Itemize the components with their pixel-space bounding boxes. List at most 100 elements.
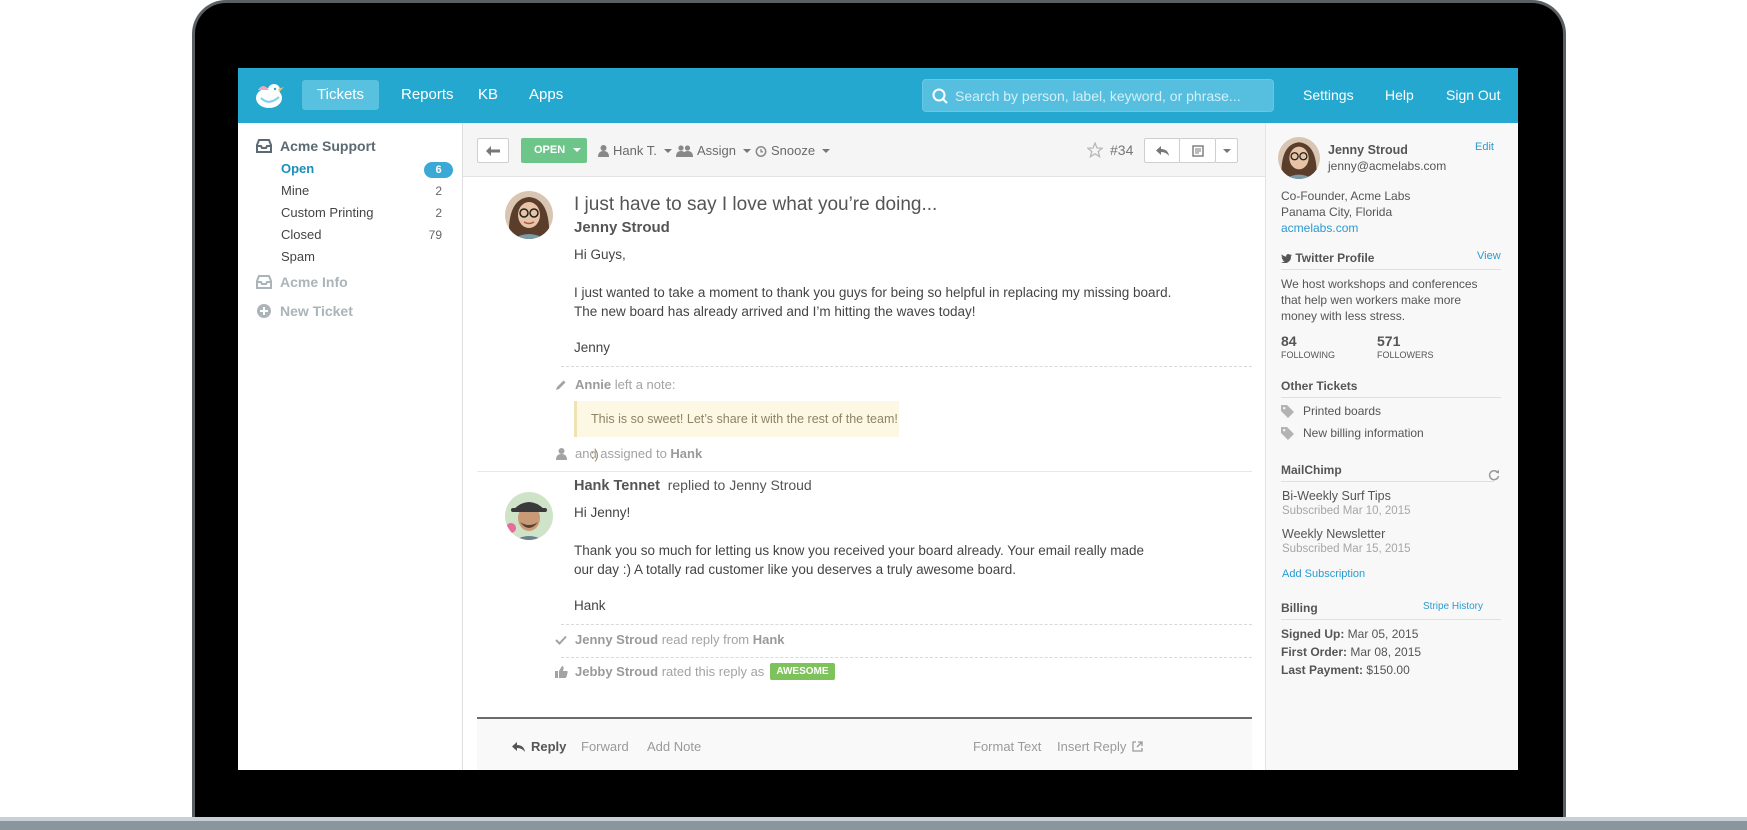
thumbs-up-icon <box>554 665 568 678</box>
message-line: Thank you so much for letting us know yo… <box>574 543 1145 558</box>
tab-tickets[interactable]: Tickets <box>302 80 379 110</box>
signed-up-value: Mar 05, 2015 <box>1347 627 1419 641</box>
folder-custom-printing[interactable]: Custom Printing 2 <box>281 202 456 224</box>
search-input[interactable] <box>955 80 1267 111</box>
reply-arrow-icon <box>512 741 525 752</box>
reply-tab[interactable]: Reply <box>512 739 566 754</box>
message-signoff: Jenny <box>574 340 611 355</box>
chevron-down-icon <box>822 148 831 153</box>
insert-reply-button[interactable]: Insert Reply <box>1057 739 1144 754</box>
note-button[interactable] <box>1179 138 1216 163</box>
mailbox-sidebar: Acme Support Open 6 Mine 2 Custom Printi… <box>238 123 463 770</box>
status-dropdown[interactable]: OPEN <box>521 138 587 163</box>
format-text-button[interactable]: Format Text <box>973 739 1041 754</box>
folder-open[interactable]: Open 6 <box>281 158 456 180</box>
tab-reports[interactable]: Reports <box>386 80 469 110</box>
assigned-prefix: and assigned to <box>575 446 667 461</box>
more-actions-button[interactable] <box>1215 138 1238 163</box>
rating-badge: AWESOME <box>770 663 835 680</box>
followers-label: FOLLOWERS <box>1377 350 1434 360</box>
other-ticket-link[interactable]: Printed boards <box>1281 404 1381 418</box>
other-ticket-link[interactable]: New billing information <box>1281 426 1424 440</box>
mailbox-acme-support[interactable]: Acme Support <box>256 138 376 154</box>
avatar-hank <box>505 492 553 540</box>
snooze-dropdown[interactable]: Snooze <box>755 138 831 163</box>
twitter-view-link[interactable]: View <box>1477 250 1501 262</box>
new-ticket-button[interactable]: New Ticket <box>256 303 353 319</box>
customer-title: Co-Founder, Acme Labs <box>1281 189 1411 203</box>
read-action: read reply from <box>661 632 750 647</box>
forward-tab[interactable]: Forward <box>581 739 629 754</box>
reply-arrow-icon <box>1155 145 1169 156</box>
ticket-toolbar: OPEN Hank T. Assign Snooze #34 <box>463 123 1265 177</box>
read-from: Hank <box>752 632 785 647</box>
folder-spam[interactable]: Spam <box>281 246 456 268</box>
read-activity: Jenny Stroud read reply from Hank <box>553 632 785 647</box>
reply-bar: Reply Forward Add Note Format Text Inser… <box>477 717 1252 770</box>
reply-label: Reply <box>531 739 567 754</box>
mailbox-acme-info[interactable]: Acme Info <box>256 274 348 290</box>
message-line: our day :) A totally rad customer like y… <box>574 562 1016 577</box>
ticket-number: #34 <box>1110 142 1134 158</box>
stripe-history-link[interactable]: Stripe History <box>1423 601 1483 612</box>
mailbox-name: Acme Support <box>280 138 376 154</box>
customer-website-link[interactable]: acmelabs.com <box>1281 221 1358 235</box>
last-payment-value: $150.00 <box>1366 663 1410 677</box>
assignee-dropdown[interactable]: Hank T. <box>598 138 672 163</box>
bird-logo-icon[interactable] <box>252 80 286 110</box>
status-label: OPEN <box>534 144 566 156</box>
folder-closed[interactable]: Closed 79 <box>281 224 456 246</box>
folder-label: Custom Printing <box>281 205 374 220</box>
ticket-subject: I just have to say I love what you’re do… <box>574 194 938 215</box>
folder-count-badge: 6 <box>424 162 453 178</box>
following-label: FOLLOWING <box>1281 350 1336 360</box>
customer-name: Jenny Stroud <box>1328 143 1408 157</box>
note-activity: Annie left a note: <box>553 377 675 392</box>
billing-last-payment: Last Payment: $150.00 <box>1281 663 1410 677</box>
billing-first-order: First Order: Mar 08, 2015 <box>1281 645 1421 659</box>
assigned-to: Hank <box>670 446 703 461</box>
person-icon <box>598 144 609 157</box>
refresh-icon[interactable] <box>1488 469 1500 481</box>
assign-dropdown[interactable]: Assign <box>676 138 752 163</box>
last-payment-label: Last Payment: <box>1281 663 1364 677</box>
star-icon[interactable] <box>1087 142 1103 158</box>
customer-profile-sidebar: Jenny Stroud jenny@acmelabs.com Edit Co-… <box>1265 123 1518 770</box>
laptop-base <box>0 817 1747 830</box>
signed-up-label: Signed Up: <box>1281 627 1345 641</box>
avatar-jenny <box>505 191 553 239</box>
search-box[interactable] <box>922 79 1274 112</box>
back-button[interactable] <box>477 138 509 163</box>
subscription-date: Subscribed Mar 10, 2015 <box>1282 505 1411 517</box>
reader-name: Jenny Stroud <box>575 632 659 647</box>
divider <box>561 366 1252 367</box>
other-ticket-label: Printed boards <box>1303 404 1382 418</box>
checkmark-icon <box>555 635 567 645</box>
message-sender: Hank Tennet <box>574 478 660 494</box>
note-action: left a note: <box>614 377 676 392</box>
settings-link[interactable]: Settings <box>1303 80 1354 110</box>
edit-customer-link[interactable]: Edit <box>1475 141 1494 153</box>
tab-kb[interactable]: KB <box>463 80 513 110</box>
add-subscription-link[interactable]: Add Subscription <box>1282 568 1365 580</box>
message-sender: Jenny Stroud <box>574 219 670 236</box>
message-line: I just wanted to take a moment to thank … <box>574 285 1172 300</box>
add-note-tab[interactable]: Add Note <box>647 739 701 754</box>
folder-count: 79 <box>428 228 442 242</box>
twitter-icon <box>1281 254 1292 264</box>
subscription-date: Subscribed Mar 15, 2015 <box>1282 543 1411 555</box>
alarm-clock-icon <box>755 145 767 157</box>
help-link[interactable]: Help <box>1385 80 1414 110</box>
folder-label: Mine <box>281 183 310 198</box>
people-icon <box>676 144 693 157</box>
app-screen: Tickets Reports KB Apps Settings Help Si… <box>238 68 1518 770</box>
conversation-thread: I just have to say I love what you’re do… <box>463 177 1265 770</box>
tab-apps[interactable]: Apps <box>514 80 578 110</box>
note-icon <box>1191 144 1204 157</box>
chevron-down-icon <box>1222 148 1231 153</box>
reply-button[interactable] <box>1144 138 1180 163</box>
assign-label: Assign <box>697 143 737 158</box>
folder-mine[interactable]: Mine 2 <box>281 180 456 202</box>
sign-out-link[interactable]: Sign Out <box>1446 80 1500 110</box>
search-icon <box>932 88 948 104</box>
